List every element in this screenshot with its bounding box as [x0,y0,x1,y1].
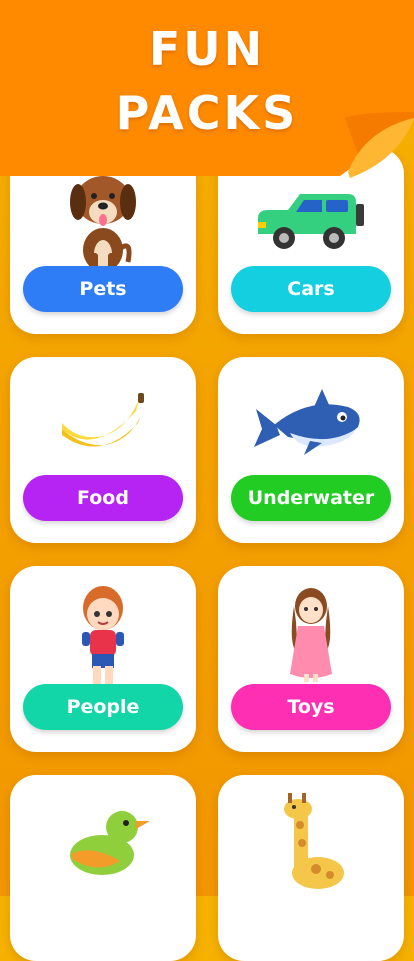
banana-icon [62,393,144,447]
pack-card-animals[interactable] [218,775,404,961]
pack-card-birds[interactable] [10,775,196,961]
header-banner: FUN PACKS [0,0,414,178]
pack-button-underwater[interactable]: Underwater [231,475,391,521]
shark-icon [254,389,360,455]
pack-label: Pets [79,278,127,300]
boy-icon [82,586,124,684]
pack-card-people[interactable]: People [10,566,196,752]
doll-icon [290,588,332,682]
pack-label: Underwater [247,487,375,509]
pack-card-food[interactable]: Food [10,357,196,543]
pack-button-people[interactable]: People [23,684,183,730]
pack-label: People [66,696,140,718]
giraffe-icon [284,793,344,889]
pack-card-underwater[interactable]: Underwater [218,357,404,543]
pack-button-cars[interactable]: Cars [231,266,391,312]
pack-label: Cars [287,278,335,300]
page-title-line1: FUN [148,22,266,76]
pack-button-food[interactable]: Food [23,475,183,521]
pack-button-pets[interactable]: Pets [23,266,183,312]
pack-card-toys[interactable]: Toys [218,566,404,752]
pack-label: Food [77,487,129,509]
pack-button-toys[interactable]: Toys [231,684,391,730]
pack-label: Toys [287,696,335,718]
bird-icon [70,811,150,875]
page-title-line2: PACKS [115,86,299,140]
